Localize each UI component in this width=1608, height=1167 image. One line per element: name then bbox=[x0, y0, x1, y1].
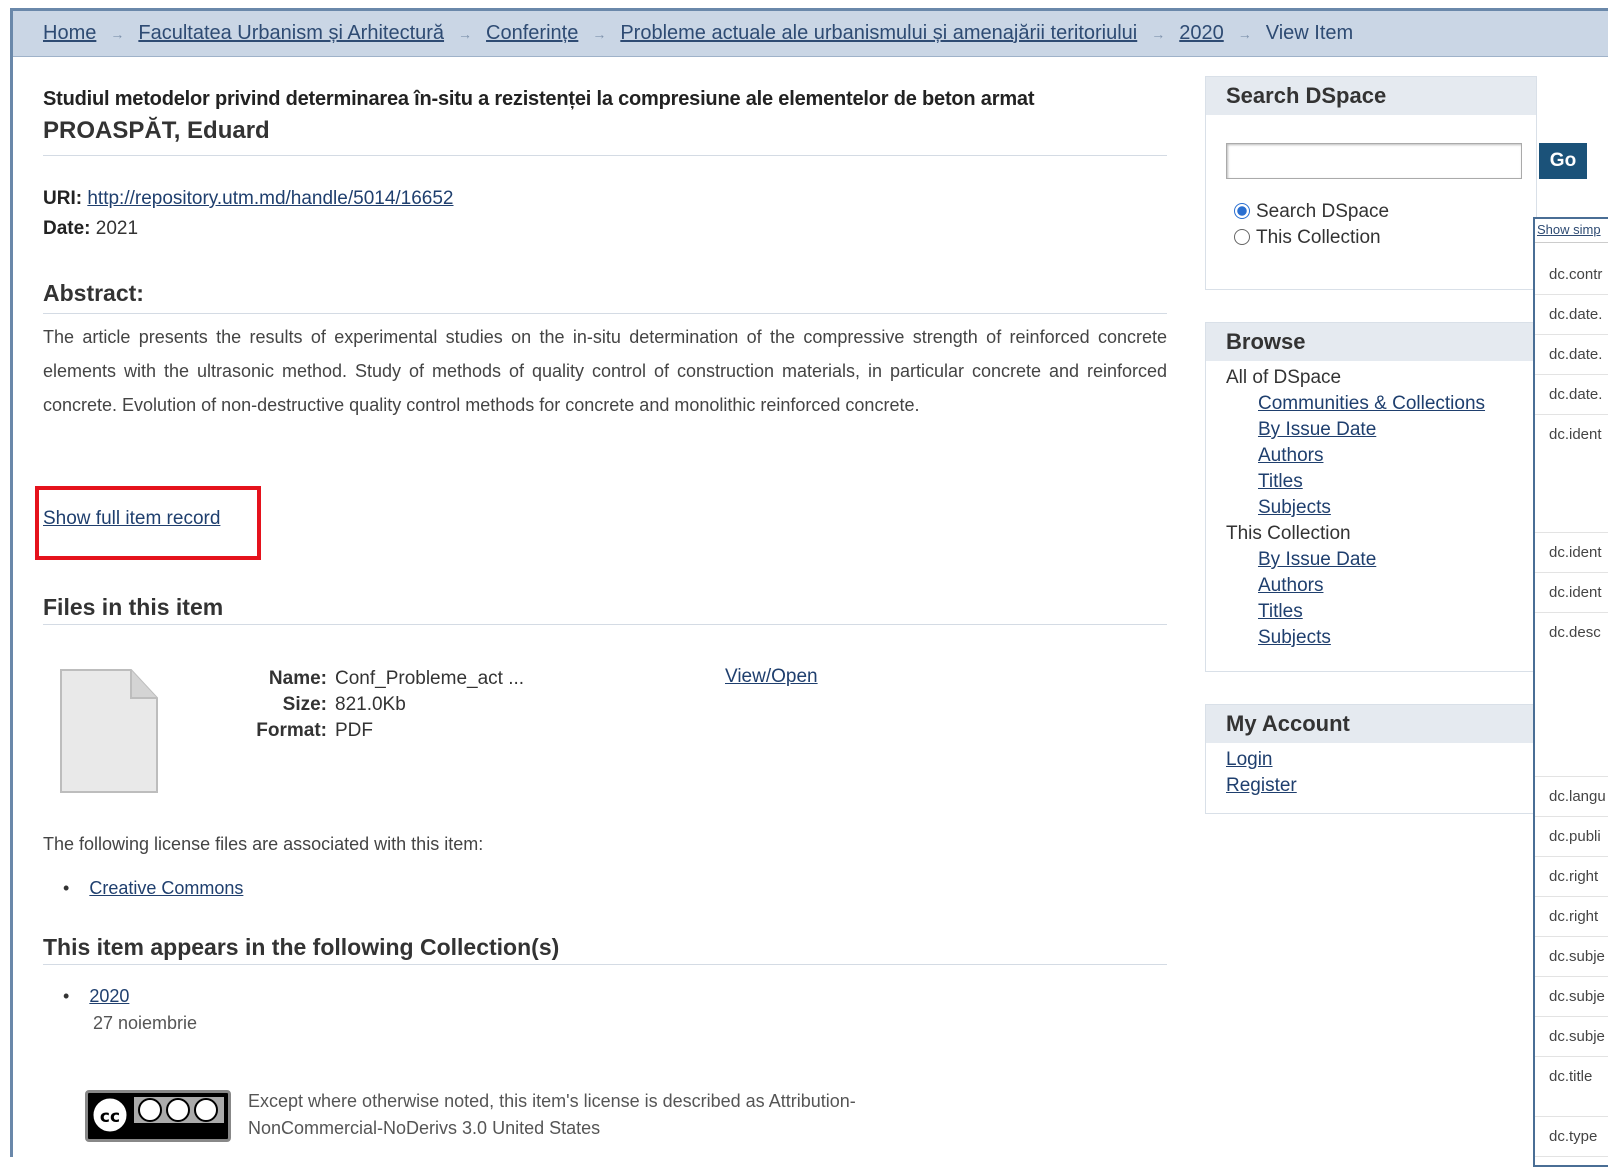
license-list-item: • Creative Commons bbox=[63, 878, 243, 899]
divider bbox=[43, 964, 1167, 965]
collection-titles-link[interactable]: Titles bbox=[1258, 601, 1303, 622]
browse-issue-date-link[interactable]: By Issue Date bbox=[1258, 419, 1376, 440]
collection-authors-link[interactable]: Authors bbox=[1258, 575, 1323, 596]
cc-license-line-1: Except where otherwise noted, this item'… bbox=[248, 1091, 856, 1111]
metadata-field: dc.langu bbox=[1535, 777, 1608, 817]
metadata-field: dc.contr bbox=[1535, 255, 1608, 295]
metadata-field: dc.right bbox=[1535, 897, 1608, 937]
collection-link[interactable]: 2020 bbox=[89, 986, 129, 1006]
scope-option-label: Search DSpace bbox=[1256, 201, 1390, 222]
radio-icon[interactable] bbox=[1234, 229, 1250, 245]
main-lower: Show full item record Files in this item… bbox=[35, 0, 1167, 1157]
file-size: 821.0Kb bbox=[335, 694, 406, 715]
browse-collection-list: By Issue Date Authors Titles Subjects bbox=[1226, 547, 1516, 651]
metadata-field: dc.date. bbox=[1535, 335, 1608, 375]
collection-issue-date-link[interactable]: By Issue Date bbox=[1258, 549, 1376, 570]
svg-text:cc: cc bbox=[100, 1107, 120, 1127]
file-size-label: Size: bbox=[282, 694, 327, 715]
breadcrumb-year[interactable]: 2020 bbox=[1179, 22, 1224, 45]
browse-communities-link[interactable]: Communities & Collections bbox=[1258, 393, 1485, 414]
metadata-popup-window: Show simp dc.contr dc.date. dc.date. dc.… bbox=[1533, 217, 1608, 1167]
collection-desc: 27 noiembrie bbox=[93, 1013, 198, 1033]
account-heading: My Account bbox=[1206, 705, 1536, 743]
metadata-field: dc.subje bbox=[1535, 977, 1608, 1017]
creative-commons-link[interactable]: Creative Commons bbox=[89, 878, 243, 898]
file-format: PDF bbox=[335, 720, 373, 741]
view-open-link[interactable]: View/Open bbox=[725, 666, 818, 688]
collection-list-item: • 2020 bbox=[63, 986, 129, 1007]
metadata-field: dc.date. bbox=[1535, 295, 1608, 335]
breadcrumb-current: View Item bbox=[1265, 22, 1354, 44]
metadata-field: dc.type bbox=[1535, 1117, 1608, 1157]
account-panel: My Account Login Register bbox=[1205, 704, 1537, 814]
search-input-wrap bbox=[1226, 143, 1522, 179]
show-simple-record-link[interactable]: Show simp bbox=[1535, 219, 1608, 243]
collection-subjects-link[interactable]: Subjects bbox=[1258, 627, 1331, 648]
files-heading: Files in this item bbox=[43, 594, 224, 620]
metadata-field: dc.publi bbox=[1535, 817, 1608, 857]
search-panel: Search DSpace Go Search DSpace This Coll… bbox=[1205, 76, 1587, 290]
bullet-dot: • bbox=[63, 878, 70, 898]
metadata-field: dc.ident bbox=[1535, 573, 1608, 613]
browse-titles-link[interactable]: Titles bbox=[1258, 471, 1303, 492]
search-input[interactable] bbox=[1226, 143, 1522, 179]
browse-all-label: All of DSpace bbox=[1226, 367, 1342, 388]
go-button[interactable]: Go bbox=[1539, 143, 1587, 179]
radio-selected-icon[interactable] bbox=[1234, 203, 1250, 219]
bullet-dot: • bbox=[63, 986, 70, 1006]
divider bbox=[43, 624, 1167, 625]
creative-commons-icon[interactable]: cc bbox=[85, 1090, 231, 1142]
register-link[interactable]: Register bbox=[1226, 775, 1297, 796]
cc-license-line-2: NonCommercial-NoDerivs 3.0 United States bbox=[248, 1118, 601, 1138]
browse-all-list: Communities & Collections By Issue Date … bbox=[1226, 391, 1516, 521]
cc-license-text: Except where otherwise noted, this item'… bbox=[248, 1088, 856, 1142]
file-format-label: Format: bbox=[256, 720, 327, 741]
browse-authors-link[interactable]: Authors bbox=[1258, 445, 1323, 466]
search-scope: Search DSpace This Collection bbox=[1234, 199, 1389, 251]
scope-option-all[interactable]: Search DSpace bbox=[1234, 199, 1389, 225]
show-full-record-link[interactable]: Show full item record bbox=[43, 508, 220, 530]
file-icon[interactable] bbox=[57, 668, 159, 796]
metadata-field: dc.ident bbox=[1535, 533, 1608, 573]
file-info: Name: Conf_Probleme_act ... Size: 821.0Kb … bbox=[243, 666, 524, 744]
search-heading: Search DSpace bbox=[1206, 77, 1536, 115]
metadata-field: dc.ident bbox=[1535, 415, 1608, 533]
breadcrumb-separator: → bbox=[1237, 25, 1252, 42]
browse-subjects-link[interactable]: Subjects bbox=[1258, 497, 1331, 518]
collections-heading: This item appears in the following Colle… bbox=[43, 934, 560, 960]
metadata-field: dc.subje bbox=[1535, 937, 1608, 977]
scope-option-collection[interactable]: This Collection bbox=[1234, 225, 1389, 251]
browse-panel: Browse All of DSpace Communities & Colle… bbox=[1205, 322, 1537, 672]
license-note: The following license files are associat… bbox=[43, 834, 484, 854]
browse-collection-label: This Collection bbox=[1226, 523, 1351, 544]
scope-option-label: This Collection bbox=[1256, 227, 1381, 248]
login-link[interactable]: Login bbox=[1226, 749, 1273, 770]
metadata-field: dc.subje bbox=[1535, 1017, 1608, 1057]
metadata-field: dc.date. bbox=[1535, 375, 1608, 415]
file-name-label: Name: bbox=[268, 668, 327, 689]
metadata-field: dc.desc bbox=[1535, 613, 1608, 777]
file-name: Conf_Probleme_act ... bbox=[335, 668, 525, 689]
browse-heading: Browse bbox=[1206, 323, 1536, 361]
metadata-field: dc.right bbox=[1535, 857, 1608, 897]
metadata-field: dc.title bbox=[1535, 1057, 1608, 1117]
